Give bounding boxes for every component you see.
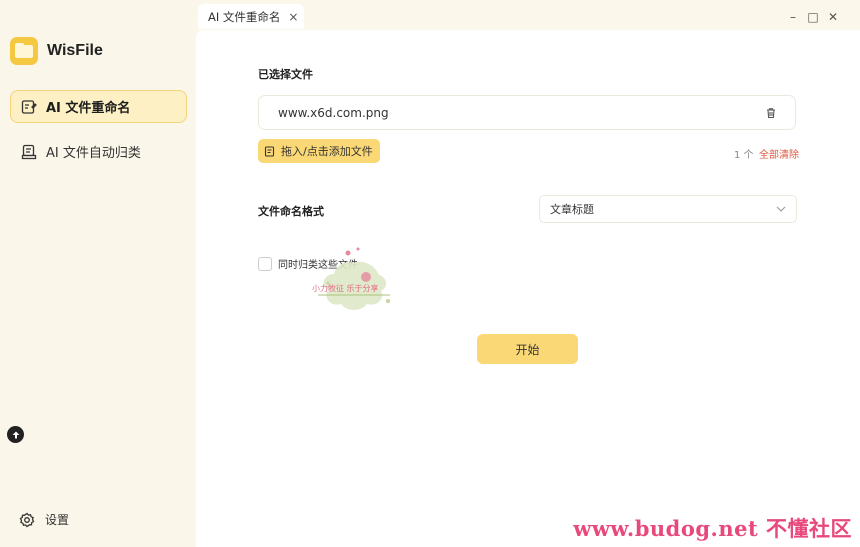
- app-name: WisFile: [47, 42, 103, 59]
- upload-icon[interactable]: [7, 426, 24, 443]
- selected-files-label: 已选择文件: [258, 68, 313, 81]
- naming-format-value: 文章标题: [550, 203, 594, 216]
- window-close-button[interactable]: ✕: [826, 10, 840, 24]
- tab-label: AI 文件重命名: [208, 9, 281, 24]
- site-watermark: www.budog.net 不懂社区: [573, 516, 852, 541]
- file-list-item: www.x6d.com.png: [258, 95, 796, 130]
- gear-icon: [19, 512, 35, 527]
- main-panel: 已选择文件 www.x6d.com.png 拖入/点击添加文件 1 个 全部清除…: [196, 30, 860, 547]
- archive-file-icon: [21, 144, 37, 159]
- brand: WisFile: [10, 37, 103, 65]
- naming-format-label: 文件命名格式: [258, 205, 324, 218]
- settings-label: 设置: [45, 513, 70, 527]
- watermark-text: 小力牧征 乐于分享: [312, 283, 379, 293]
- rename-file-icon: [21, 99, 37, 114]
- naming-format-select[interactable]: 文章标题: [539, 195, 797, 223]
- close-icon[interactable]: ×: [288, 10, 298, 24]
- start-button[interactable]: 开始: [477, 334, 578, 364]
- start-button-label: 开始: [515, 342, 540, 357]
- wisfile-logo-icon: [10, 37, 38, 65]
- file-count: 1 个: [734, 150, 754, 161]
- chevron-down-icon: [776, 206, 786, 212]
- clear-all-button[interactable]: 全部清除: [759, 146, 799, 161]
- file-name: www.x6d.com.png: [278, 105, 389, 120]
- sidebar-item-label: AI 文件重命名: [46, 101, 131, 116]
- trash-icon[interactable]: [765, 107, 777, 119]
- also-classify-checkbox[interactable]: [258, 256, 272, 271]
- watermark-splash: 小力牧征 乐于分享: [312, 247, 390, 310]
- tab-ai-rename[interactable]: AI 文件重命名 ×: [198, 4, 304, 29]
- maximize-button[interactable]: □: [806, 10, 820, 24]
- settings-button[interactable]: 设置: [19, 511, 69, 528]
- minimize-button[interactable]: –: [786, 10, 800, 24]
- sidebar-item-ai-classify[interactable]: AI 文件自动归类: [10, 135, 187, 168]
- add-files-button[interactable]: 拖入/点击添加文件: [258, 139, 380, 163]
- file-add-icon: [264, 145, 275, 157]
- add-files-label: 拖入/点击添加文件: [281, 145, 373, 158]
- sidebar: WisFile AI 文件重命名 AI 文件自动归类 设置: [0, 0, 196, 547]
- sidebar-item-ai-rename[interactable]: AI 文件重命名: [10, 90, 187, 123]
- sidebar-item-label: AI 文件自动归类: [46, 146, 141, 161]
